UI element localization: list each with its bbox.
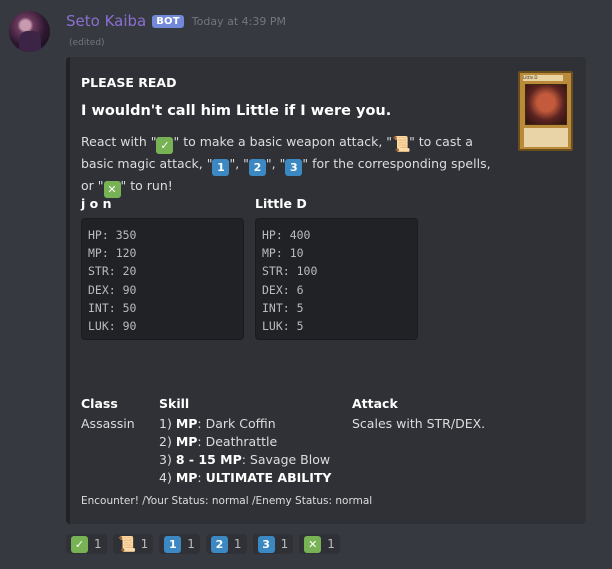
player-name: j o n [81, 196, 112, 211]
reaction-count: 1 [187, 537, 195, 551]
embed-author: PLEASE READ [81, 75, 177, 90]
class-field-value: Assassin [81, 416, 135, 431]
stat-line: INT: 5 [262, 300, 304, 315]
stat-line: STR: 20 [88, 264, 137, 279]
embed-description: React with " ✓ " to make a basic weapon at… [81, 132, 501, 198]
stat-line: INT: 50 [88, 300, 137, 315]
edited-label: (edited) [69, 38, 105, 48]
skill-line: 3) 8 - 15 MP: Savage Blow [159, 452, 331, 467]
class-field-name: Class [81, 396, 118, 411]
reaction-count: 1 [327, 537, 335, 551]
keycap-three-icon: 3 [285, 159, 303, 176]
desc-text: React with " [81, 134, 157, 149]
scroll-icon: 📜 [392, 135, 411, 153]
attack-field-name: Attack [352, 396, 398, 411]
avatar[interactable] [9, 11, 50, 52]
stat-line: DEX: 90 [88, 282, 137, 297]
embed: PLEASE READ I wouldn't call him Little i… [66, 57, 586, 524]
scroll-icon: 📜 [117, 534, 137, 553]
username[interactable]: Seto Kaiba [66, 12, 146, 30]
skill-field-value: 1) MP: Dark Coffin 2) MP: Deathrattle 3)… [159, 415, 331, 487]
embed-title: I wouldn't call him Little if I were you… [81, 103, 392, 119]
keycap-three-icon: 3 [257, 535, 275, 553]
stat-line: DEX: 6 [262, 282, 304, 297]
check-icon: ✓ [156, 137, 174, 154]
enemy-stats-block: HP: 400 MP: 10 STR: 100 DEX: 6 INT: 5 LU… [255, 218, 418, 340]
card-name: Little D [523, 75, 563, 81]
reaction-two[interactable]: 21 [205, 534, 247, 554]
reaction-three[interactable]: 31 [252, 534, 294, 554]
reaction-count: 1 [280, 537, 289, 551]
attack-field-value: Scales with STR/DEX. [352, 416, 486, 431]
check-icon: ✓ [71, 535, 88, 553]
reaction-cross[interactable]: ✕ 1 [299, 534, 340, 554]
cross-icon: ✕ [304, 535, 322, 553]
keycap-two-icon: 2 [210, 535, 228, 553]
reaction-check[interactable]: ✓ 1 [66, 534, 107, 554]
keycap-one-icon: 1 [212, 159, 230, 176]
stat-line: STR: 100 [262, 264, 318, 279]
card-thumbnail[interactable]: Little D [518, 71, 573, 151]
desc-text: " to run! [120, 178, 173, 193]
stat-line: MP: 120 [88, 246, 137, 261]
stat-line: LUK: 90 [88, 319, 137, 334]
keycap-one-icon: 1 [164, 535, 182, 553]
desc-text: ", " [229, 156, 249, 171]
reaction-one[interactable]: 11 [159, 534, 200, 554]
bot-badge: BOT [152, 14, 184, 28]
message-header: Seto Kaiba BOT Today at 4:39 PM [66, 11, 286, 31]
enemy-name: Little D [255, 196, 307, 211]
skill-line: 4) MP: ULTIMATE ABILITY [159, 470, 332, 485]
card-text-box [524, 128, 568, 147]
timestamp: Today at 4:39 PM [191, 14, 286, 28]
player-stats-block: HP: 350 MP: 120 STR: 20 DEX: 90 INT: 50 … [81, 218, 244, 340]
keycap-two-icon: 2 [248, 159, 266, 176]
stat-line: HP: 350 [88, 228, 137, 242]
skill-line: 1) MP: Dark Coffin [159, 416, 276, 431]
reaction-scroll[interactable]: 📜 1 [112, 534, 154, 554]
embed-footer: Encounter! /Your Status: normal /Enemy S… [81, 495, 373, 507]
stat-line: MP: 10 [262, 246, 304, 261]
card-art [525, 84, 567, 125]
desc-text: " to make a basic weapon attack, " [173, 134, 393, 149]
reaction-count: 1 [233, 537, 242, 551]
desc-text: ", " [265, 156, 286, 171]
reactions-bar: ✓ 1 📜 1 11 21 31 ✕ 1 [66, 534, 346, 554]
reaction-count: 1 [140, 537, 149, 551]
stat-line: LUK: 5 [262, 319, 304, 334]
skill-line: 2) MP: Deathrattle [159, 434, 278, 449]
stat-line: HP: 400 [262, 228, 311, 242]
reaction-count: 1 [94, 537, 102, 551]
skill-field-name: Skill [159, 396, 190, 411]
